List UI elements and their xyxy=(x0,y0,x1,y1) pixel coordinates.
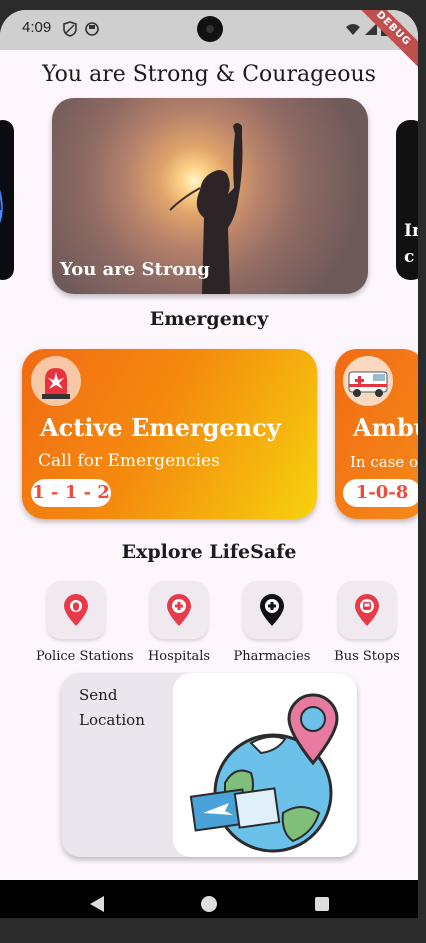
active-emergency-card[interactable]: Active Emergency Call for Emergencies 1 … xyxy=(22,349,317,519)
carousel-next-caption: In c xyxy=(404,221,418,267)
explore-label: Bus Stops xyxy=(334,649,400,664)
front-camera xyxy=(197,16,223,42)
carousel-card-main[interactable]: You are Strong xyxy=(52,98,368,294)
explore-police-stations[interactable]: Police Stations xyxy=(36,581,134,664)
hospital-pin-icon xyxy=(150,581,208,639)
send-location-card[interactable]: Send Location xyxy=(62,673,357,857)
back-icon[interactable] xyxy=(88,894,106,914)
send-location-label: Send Location xyxy=(79,686,145,729)
explore-pharmacies[interactable]: Pharmacies xyxy=(232,581,312,664)
phone-frame: 4:09 DEBUG You are Strong & Courageous Y… xyxy=(0,0,426,943)
emergency-number[interactable]: 1 - 1 - 2 xyxy=(31,479,111,507)
app-screen: 4:09 DEBUG You are Strong & Courageous Y… xyxy=(0,10,418,918)
ambulance-title: Ambu xyxy=(353,413,418,442)
globe-location-illustration xyxy=(173,673,357,857)
explore-bus-stops[interactable]: Bus Stops xyxy=(327,581,407,664)
explore-heading: Explore LifeSafe xyxy=(121,541,297,563)
recents-icon[interactable] xyxy=(314,896,330,912)
explore-label: Hospitals xyxy=(147,649,211,664)
bus-pin-icon xyxy=(338,581,396,639)
wifi-icon xyxy=(346,24,360,35)
system-nav-bar xyxy=(0,880,418,918)
carousel-caption: You are Strong xyxy=(60,259,210,280)
blue-pattern-image xyxy=(0,189,3,224)
ambulance-card[interactable]: Ambu In case o 1-0-8 xyxy=(335,349,418,519)
home-icon[interactable] xyxy=(200,895,218,913)
police-pin-icon xyxy=(47,581,105,639)
siren-icon xyxy=(31,356,81,406)
status-time: 4:09 xyxy=(22,19,52,36)
explore-label: Pharmacies xyxy=(233,649,311,664)
carousel-card-next[interactable]: In c xyxy=(396,120,418,280)
active-emergency-subtitle: Call for Emergencies xyxy=(38,451,220,471)
shield-status-icon xyxy=(63,21,77,37)
active-emergency-title: Active Emergency xyxy=(40,413,281,442)
status-bar: 4:09 DEBUG xyxy=(0,10,418,75)
page-title: You are Strong & Courageous xyxy=(42,62,376,87)
explore-hospitals[interactable]: Hospitals xyxy=(139,581,219,664)
explore-label: Police Stations xyxy=(36,649,134,664)
pharmacy-pin-icon xyxy=(243,581,301,639)
ambulance-icon xyxy=(343,356,393,406)
carousel-card-prev[interactable] xyxy=(0,120,14,280)
ambulance-subtitle: In case o xyxy=(350,453,418,471)
circle-status-icon xyxy=(85,22,99,36)
ambulance-number[interactable]: 1-0-8 xyxy=(343,479,418,507)
emergency-heading: Emergency xyxy=(149,308,269,330)
